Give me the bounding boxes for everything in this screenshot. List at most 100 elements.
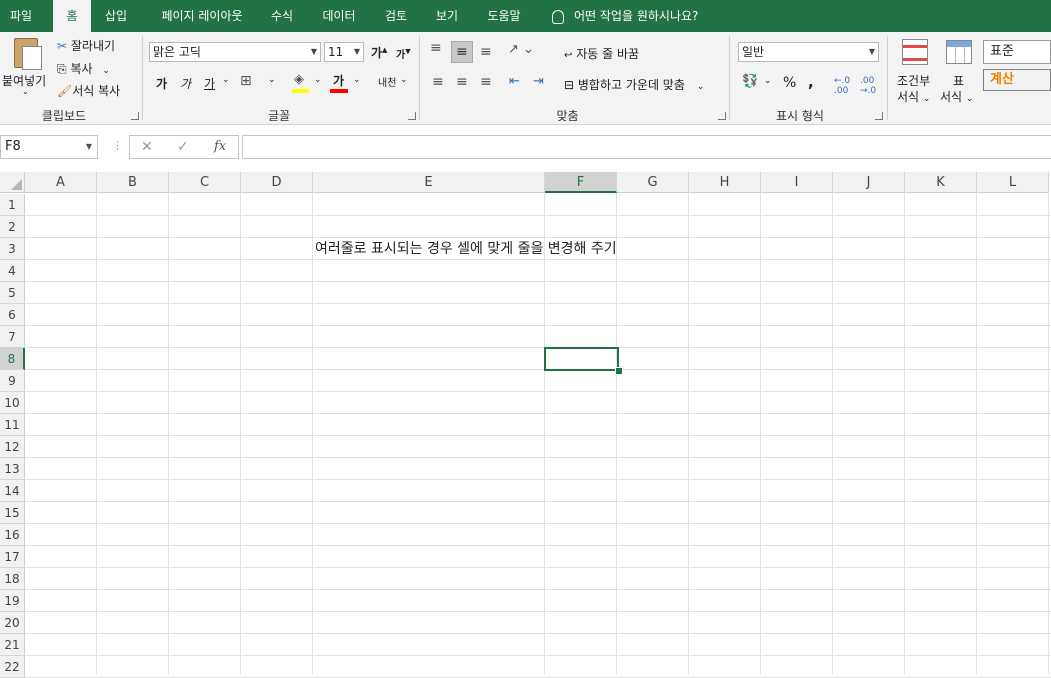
column-header-k[interactable]: K [905, 172, 977, 193]
chevron-down-icon: ⌄ [965, 94, 974, 104]
increase-indent-icon[interactable]: ⇥ [533, 74, 544, 89]
row-header-18[interactable]: 18 [0, 568, 25, 590]
tab-file[interactable]: 파일 [0, 0, 42, 32]
tab-formulas[interactable]: 수식 [262, 0, 302, 32]
row-header-4[interactable]: 4 [0, 260, 25, 282]
column-header-l[interactable]: L [977, 172, 1049, 193]
row-header-12[interactable]: 12 [0, 436, 25, 458]
accounting-format-icon[interactable]: 💱 [742, 74, 758, 89]
chevron-down-icon[interactable]: ⌄ [764, 76, 772, 86]
row-header-15[interactable]: 15 [0, 502, 25, 524]
cut-button[interactable]: ✂ 잘라내기 [57, 37, 115, 54]
tab-home[interactable]: 홈 [53, 0, 91, 32]
row-header-13[interactable]: 13 [0, 458, 25, 480]
select-all-button[interactable] [0, 172, 25, 193]
font-size-select[interactable]: 11 ▼ [324, 42, 364, 62]
row-header-22[interactable]: 22 [0, 656, 25, 678]
ribbon-tab-bar: 파일 홈 삽입 페이지 레이아웃 수식 데이터 검토 보기 도움말 어떤 작업을… [0, 0, 1051, 32]
underline-button[interactable]: 가 [204, 75, 215, 92]
enter-icon[interactable]: ✓ [177, 139, 189, 155]
row-header-1[interactable]: 1 [0, 194, 25, 216]
borders-icon[interactable]: ⊞ [240, 73, 252, 89]
align-left-icon[interactable]: ≡ [432, 74, 444, 90]
row-header-5[interactable]: 5 [0, 282, 25, 304]
row-header-17[interactable]: 17 [0, 546, 25, 568]
wrap-text-button[interactable]: ↩ 자동 줄 바꿈 [564, 45, 639, 62]
align-bottom-icon[interactable]: ≡ [480, 44, 492, 60]
chevron-down-icon[interactable]: ⌄ [222, 75, 230, 85]
column-header-c[interactable]: C [169, 172, 241, 193]
name-box[interactable]: F8 ▼ [0, 135, 98, 159]
chevron-down-icon[interactable]: ⌄ [400, 75, 408, 85]
style-normal[interactable]: 표준 [983, 40, 1051, 64]
cancel-icon[interactable]: ✕ [141, 139, 153, 155]
decrease-decimal-icon[interactable]: .00 →.0 [860, 76, 876, 96]
row-header-16[interactable]: 16 [0, 524, 25, 546]
row-header-9[interactable]: 9 [0, 370, 25, 392]
chevron-down-icon[interactable]: ⌄ [268, 75, 276, 85]
cell-e3[interactable]: 여러줄로 표시되는 경우 셀에 맞게 줄을 변경해 주기 [315, 238, 617, 260]
row-header-20[interactable]: 20 [0, 612, 25, 634]
style-calculation[interactable]: 계산 [983, 69, 1051, 91]
worksheet-grid[interactable]: ABCDEFGHIJKL 1 2 3 4 5 6 7 8 9 10 11 12 13 14 15 16 17 18… [0, 172, 1051, 678]
comma-button[interactable]: , [808, 73, 814, 91]
row-gridline [25, 589, 1051, 590]
phonetic-guide-button[interactable]: 내천 [378, 74, 396, 89]
italic-button[interactable]: 가 [180, 75, 191, 92]
percent-button[interactable]: % [783, 75, 796, 91]
tab-insert[interactable]: 삽입 [96, 0, 136, 32]
column-header-d[interactable]: D [241, 172, 313, 193]
row-header-8[interactable]: 8 [0, 348, 25, 370]
tell-me-search[interactable]: 어떤 작업을 원하시나요? [548, 0, 718, 32]
row-header-7[interactable]: 7 [0, 326, 25, 348]
tab-page-layout[interactable]: 페이지 레이아웃 [147, 0, 257, 32]
row-header-10[interactable]: 10 [0, 392, 25, 414]
number-format-select[interactable]: 일반 ▼ [738, 42, 879, 62]
grow-font-glyph: 가 [371, 46, 383, 60]
chevron-down-icon[interactable]: ⌄ [314, 75, 322, 85]
tab-help[interactable]: 도움말 [478, 0, 530, 32]
shrink-font-button[interactable]: 가▼ [396, 46, 411, 61]
row-header-21[interactable]: 21 [0, 634, 25, 656]
tab-review[interactable]: 검토 [376, 0, 416, 32]
format-painter-button[interactable]: 🖌서식 복사 [57, 82, 120, 99]
clipboard-launcher-icon[interactable] [131, 112, 139, 120]
row-header-3[interactable]: 3 [0, 238, 25, 260]
grow-font-button[interactable]: 가▲ [371, 44, 387, 61]
row-header-11[interactable]: 11 [0, 414, 25, 436]
formula-input[interactable] [242, 135, 1051, 159]
merge-center-button[interactable]: ⊟ 병합하고 가운데 맞춤 ⌄ [564, 76, 704, 93]
number-launcher-icon[interactable] [875, 112, 883, 120]
align-middle-button[interactable]: ≡ [451, 41, 473, 63]
increase-decimal-icon[interactable]: ←.0.00 [834, 76, 850, 96]
align-top-icon[interactable]: ≡ [430, 40, 442, 56]
row-header-2[interactable]: 2 [0, 216, 25, 238]
active-cell-selection[interactable] [544, 347, 619, 371]
fill-handle[interactable] [615, 367, 623, 375]
font-launcher-icon[interactable] [408, 112, 416, 120]
font-name-select[interactable]: 맑은 고딕 ▼ [149, 42, 321, 62]
column-header-j[interactable]: J [833, 172, 905, 193]
column-header-f[interactable]: F [545, 172, 617, 193]
decrease-indent-icon[interactable]: ⇤ [509, 74, 520, 89]
row-header-14[interactable]: 14 [0, 480, 25, 502]
row-header-19[interactable]: 19 [0, 590, 25, 612]
orientation-icon[interactable]: ↗ ⌄ [508, 42, 534, 57]
tab-view[interactable]: 보기 [427, 0, 467, 32]
insert-function-icon[interactable]: fx [214, 139, 226, 154]
column-header-e[interactable]: E [313, 172, 545, 193]
row-header-6[interactable]: 6 [0, 304, 25, 326]
column-header-b[interactable]: B [97, 172, 169, 193]
column-header-h[interactable]: H [689, 172, 761, 193]
align-right-icon[interactable]: ≡ [480, 74, 492, 90]
align-center-icon[interactable]: ≡ [456, 74, 468, 90]
bold-button[interactable]: 가 [156, 75, 167, 92]
column-header-a[interactable]: A [25, 172, 97, 193]
chevron-down-icon[interactable]: ⌄ [353, 75, 361, 85]
column-header-i[interactable]: I [761, 172, 833, 193]
tab-data[interactable]: 데이터 [313, 0, 365, 32]
alignment-launcher-icon[interactable] [718, 112, 726, 120]
number-group-label: 표시 형식 [776, 109, 824, 123]
column-header-g[interactable]: G [617, 172, 689, 193]
copy-button[interactable]: ⎘ 복사 ⌄ [57, 60, 110, 77]
